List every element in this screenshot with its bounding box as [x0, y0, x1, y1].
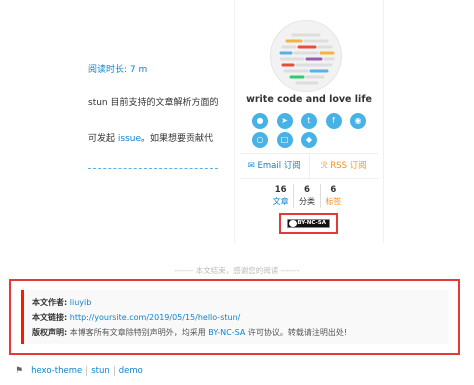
subscribe-row: ✉ Email 订阅 ℛ RSS 订阅 [240, 153, 378, 179]
copyright-highlight: 本文作者: liuyib 本文链接: http://yoursite.com/2… [9, 279, 460, 355]
tag-stun[interactable]: stun [87, 366, 115, 376]
copyright-author: 本文作者: liuyib [32, 295, 440, 310]
reading-time: 阅读时长: 7 m [88, 65, 148, 75]
avatar [270, 20, 342, 92]
stat-categories-label: 分类 [298, 197, 315, 206]
cc-badge-text: BY-NC-SA [297, 220, 326, 226]
article-snippet-1: stun 目前支持的文章解析方面的 [88, 98, 219, 108]
social-links-row-1: ● ➤ t f ◉ [252, 113, 366, 129]
bilibili-icon[interactable]: □ [276, 132, 293, 148]
article-end-text: ------- 本文结束，感谢您的阅读 ------- [174, 266, 300, 275]
wechat-icon[interactable]: ○ [252, 132, 268, 148]
stat-categories-count: 6 [304, 185, 310, 195]
license-label: 版权声明: [32, 328, 68, 337]
license-post: 许可协议。转载请注明出处! [245, 328, 348, 337]
tag-icon: ⚑ [15, 366, 24, 376]
facebook-icon[interactable]: f [325, 113, 342, 129]
copyright-license: 版权声明: 本博客所有文章除特别声明外，均采用 BY-NC-SA 许可协议。转载… [32, 325, 440, 340]
stat-posts-count: 16 [274, 185, 287, 195]
stat-categories[interactable]: 6 分类 [294, 184, 321, 208]
license-link[interactable]: BY-NC-SA [208, 328, 245, 337]
license-pre: 本博客所有文章除特别声明外，均采用 [69, 328, 209, 337]
email-subscribe-label: Email 订阅 [257, 161, 301, 171]
stat-posts-label: 文章 [272, 197, 289, 206]
cc-license-badge[interactable]: BY-NC-SA [287, 219, 330, 228]
email-icon: ✉ [247, 161, 258, 171]
article-fragment [88, 0, 234, 240]
site-description: write code and love life [246, 94, 372, 105]
qq-icon[interactable]: ◆ [301, 132, 317, 148]
cc-icon [289, 220, 297, 227]
snippet-2-pre: 可发起 [88, 134, 118, 144]
stat-tags[interactable]: 6 标签 [321, 184, 346, 208]
telegram-icon[interactable]: ➤ [276, 113, 293, 129]
author-link[interactable]: liuyib [70, 298, 92, 307]
snippet-2-post: 。如果想要贡献代 [141, 134, 214, 144]
tag-hexo-theme[interactable]: hexo-theme [27, 366, 88, 376]
issue-link[interactable]: issue [118, 134, 141, 144]
twitter-icon[interactable]: t [301, 113, 317, 129]
rss-subscribe-button[interactable]: ℛ RSS 订阅 [310, 154, 379, 178]
email-subscribe-button[interactable]: ✉ Email 订阅 [240, 154, 310, 178]
avatar-image [279, 33, 335, 85]
social-links-row-2: ○ □ ◆ [252, 132, 366, 148]
permalink[interactable]: http://yoursite.com/2019/05/15/hello-stu… [70, 313, 241, 322]
author-label: 本文作者: [32, 298, 68, 307]
stat-posts[interactable]: 16 文章 [268, 184, 295, 208]
site-stats: 16 文章 6 分类 6 标签 [268, 184, 346, 208]
article-snippet-2: 可发起 issue。如果想要贡献代 [88, 131, 213, 144]
copyright-block: 本文作者: liuyib 本文链接: http://yoursite.com/2… [21, 290, 448, 344]
post-tags: ⚑ hexo-theme stun demo [15, 366, 147, 376]
stat-tags-label: 标签 [325, 197, 342, 206]
link-label: 本文链接: [32, 313, 68, 322]
weibo-icon[interactable]: ◉ [350, 113, 366, 129]
copyright-link: 本文链接: http://yoursite.com/2019/05/15/hel… [32, 310, 440, 325]
github-icon[interactable]: ● [252, 113, 268, 129]
tag-demo[interactable]: demo [115, 366, 147, 376]
divider [88, 168, 218, 169]
cc-license-highlight: BY-NC-SA [279, 213, 338, 234]
rss-subscribe-label: RSS 订阅 [330, 161, 367, 171]
stat-tags-count: 6 [330, 185, 337, 195]
rss-icon: ℛ [320, 161, 331, 171]
